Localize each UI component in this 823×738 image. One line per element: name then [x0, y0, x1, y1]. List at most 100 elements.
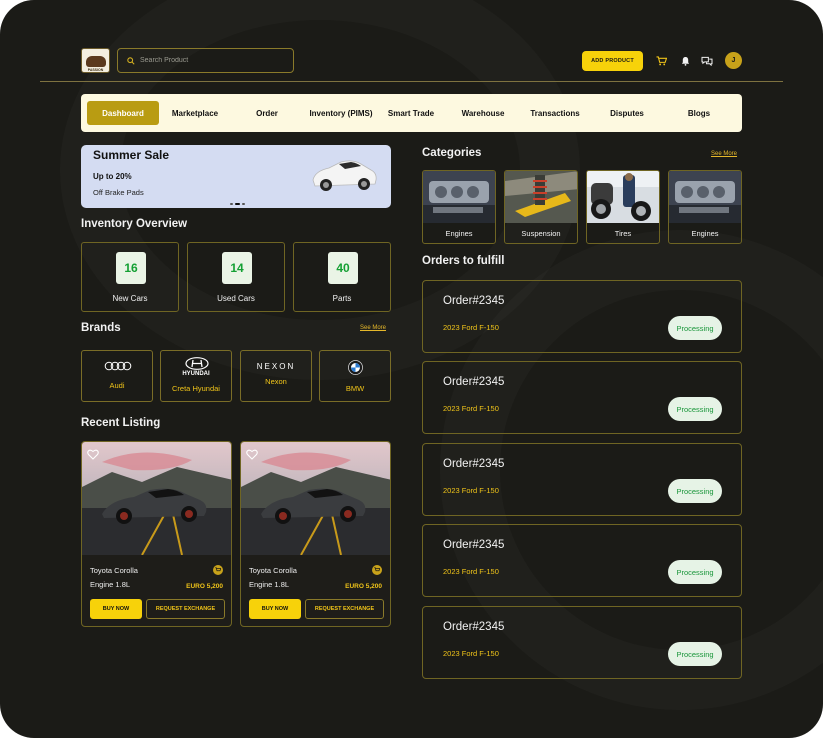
brand-logo[interactable]: PASSION	[81, 48, 110, 73]
inventory-count: 40	[328, 252, 358, 284]
brand-card-bmw[interactable]: BMW	[319, 350, 391, 402]
banner-subtitle: Up to 20%	[93, 172, 132, 181]
order-card[interactable]: Order#2345 2023 Ford F-150 Processing	[422, 606, 742, 679]
banner-description: Off Brake Pads	[93, 188, 144, 197]
brand-card-hyundai[interactable]: HYUNDAI Creta Hyundai	[160, 350, 232, 402]
add-product-button[interactable]: ADD PRODUCT	[582, 51, 643, 71]
search-input[interactable]	[140, 57, 280, 64]
category-card-tires[interactable]: Tires	[586, 170, 660, 244]
add-to-cart-icon[interactable]	[213, 565, 223, 575]
order-card[interactable]: Order#2345 2023 Ford F-150 Processing	[422, 361, 742, 434]
nav-item-blogs[interactable]: Blogs	[663, 101, 735, 125]
listing-engine: Engine 1.8L	[90, 580, 131, 589]
hyundai-logo-icon	[185, 357, 209, 370]
brand-logo-text: NEXON	[256, 362, 296, 371]
inventory-label: Parts	[332, 294, 352, 303]
inventory-label: New Cars	[112, 294, 148, 303]
brand-logo-text: HYUNDAI	[182, 371, 210, 377]
engine-image	[423, 171, 495, 223]
nav-item-inventory[interactable]: Inventory (PIMS)	[303, 101, 379, 125]
inventory-count: 16	[116, 252, 146, 284]
nav-item-transactions[interactable]: Transactions	[519, 101, 591, 125]
nav-item-warehouse[interactable]: Warehouse	[447, 101, 519, 125]
logo-text: PASSION	[87, 68, 104, 72]
listing-price: EURO 5,200	[186, 583, 223, 590]
listing-card[interactable]: Toyota Corolla Engine 1.8L EURO 5,200 BU…	[81, 441, 232, 627]
request-exchange-button[interactable]: REQUEST EXCHANGE	[146, 599, 225, 619]
nav-item-order[interactable]: Order	[231, 101, 303, 125]
order-id: Order#2345	[443, 621, 505, 633]
order-id: Order#2345	[443, 376, 505, 388]
brand-card-audi[interactable]: Audi	[81, 350, 153, 402]
listing-engine: Engine 1.8L	[249, 580, 290, 589]
bell-icon[interactable]	[678, 54, 692, 68]
category-card-engines[interactable]: Engines	[422, 170, 496, 244]
order-card[interactable]: Order#2345 2023 Ford F-150 Processing	[422, 280, 742, 353]
orders-title: Orders to fulfill	[422, 255, 505, 267]
order-card[interactable]: Order#2345 2023 Ford F-150 Processing	[422, 443, 742, 516]
nav-item-smart-trade[interactable]: Smart Trade	[379, 101, 443, 125]
inventory-card-new-cars[interactable]: 16 New Cars	[81, 242, 179, 312]
status-badge: Processing	[668, 397, 722, 421]
buy-now-button[interactable]: BUY NOW	[249, 599, 301, 619]
nav-item-dashboard[interactable]: Dashboard	[87, 101, 159, 125]
status-badge: Processing	[668, 642, 722, 666]
carousel-dots[interactable]	[230, 203, 245, 205]
listing-price: EURO 5,200	[345, 583, 382, 590]
bmw-logo-icon	[348, 360, 363, 375]
avatar[interactable]: J	[725, 52, 742, 69]
order-vehicle: 2023 Ford F-150	[443, 486, 499, 495]
nav-item-disputes[interactable]: Disputes	[591, 101, 663, 125]
heart-icon[interactable]	[246, 447, 258, 465]
recent-listing-title: Recent Listing	[81, 417, 161, 429]
order-vehicle: 2023 Ford F-150	[443, 567, 499, 576]
car-image	[312, 160, 377, 191]
categories-title: Categories	[422, 147, 482, 159]
listing-title: Toyota Corolla	[249, 566, 297, 575]
app-window: PASSION ADD PRODUCT J Dashboard Marketpl…	[0, 0, 823, 738]
add-to-cart-icon[interactable]	[372, 565, 382, 575]
inventory-count: 14	[222, 252, 252, 284]
status-badge: Processing	[668, 316, 722, 340]
main-navigation: Dashboard Marketplace Order Inventory (P…	[81, 94, 742, 132]
inventory-card-used-cars[interactable]: 14 Used Cars	[187, 242, 285, 312]
status-badge: Processing	[668, 560, 722, 584]
search-bar[interactable]	[117, 48, 294, 73]
brand-label: Audi	[109, 381, 125, 390]
order-id: Order#2345	[443, 539, 505, 551]
heart-icon[interactable]	[87, 447, 99, 465]
engine-image	[669, 171, 741, 223]
search-icon	[127, 52, 135, 70]
inventory-title: Inventory Overview	[81, 218, 188, 230]
order-vehicle: 2023 Ford F-150	[443, 404, 499, 413]
status-badge: Processing	[668, 479, 722, 503]
categories-see-more-link[interactable]: See More	[711, 151, 737, 157]
audi-logo-icon	[104, 361, 132, 371]
order-id: Order#2345	[443, 458, 505, 470]
brand-label: Nexon	[265, 377, 287, 386]
brand-card-nexon[interactable]: NEXON Nexon	[240, 350, 312, 402]
order-id: Order#2345	[443, 295, 505, 307]
banner-title: Summer Sale	[93, 148, 170, 162]
listing-card[interactable]: Toyota Corolla Engine 1.8L EURO 5,200 BU…	[240, 441, 391, 627]
chat-icon[interactable]	[700, 54, 714, 68]
category-card-engines-2[interactable]: Engines	[668, 170, 742, 244]
request-exchange-button[interactable]: REQUEST EXCHANGE	[305, 599, 384, 619]
order-card[interactable]: Order#2345 2023 Ford F-150 Processing	[422, 524, 742, 597]
category-label: Tires	[614, 229, 632, 238]
category-label: Engines	[445, 229, 473, 238]
inventory-label: Used Cars	[217, 294, 255, 303]
buy-now-button[interactable]: BUY NOW	[90, 599, 142, 619]
suspension-image	[505, 171, 577, 223]
category-label: Engines	[691, 229, 719, 238]
brands-see-more-link[interactable]: See More	[360, 325, 386, 331]
inventory-card-parts[interactable]: 40 Parts	[293, 242, 391, 312]
order-vehicle: 2023 Ford F-150	[443, 323, 499, 332]
cart-icon[interactable]	[654, 54, 668, 68]
nav-item-marketplace[interactable]: Marketplace	[161, 101, 229, 125]
brand-label: Creta Hyundai	[172, 384, 220, 393]
tires-image	[587, 171, 659, 223]
listing-car-image	[82, 442, 231, 555]
promo-banner[interactable]: Summer Sale Up to 20% Off Brake Pads	[81, 145, 391, 208]
category-card-suspension[interactable]: Suspension	[504, 170, 578, 244]
